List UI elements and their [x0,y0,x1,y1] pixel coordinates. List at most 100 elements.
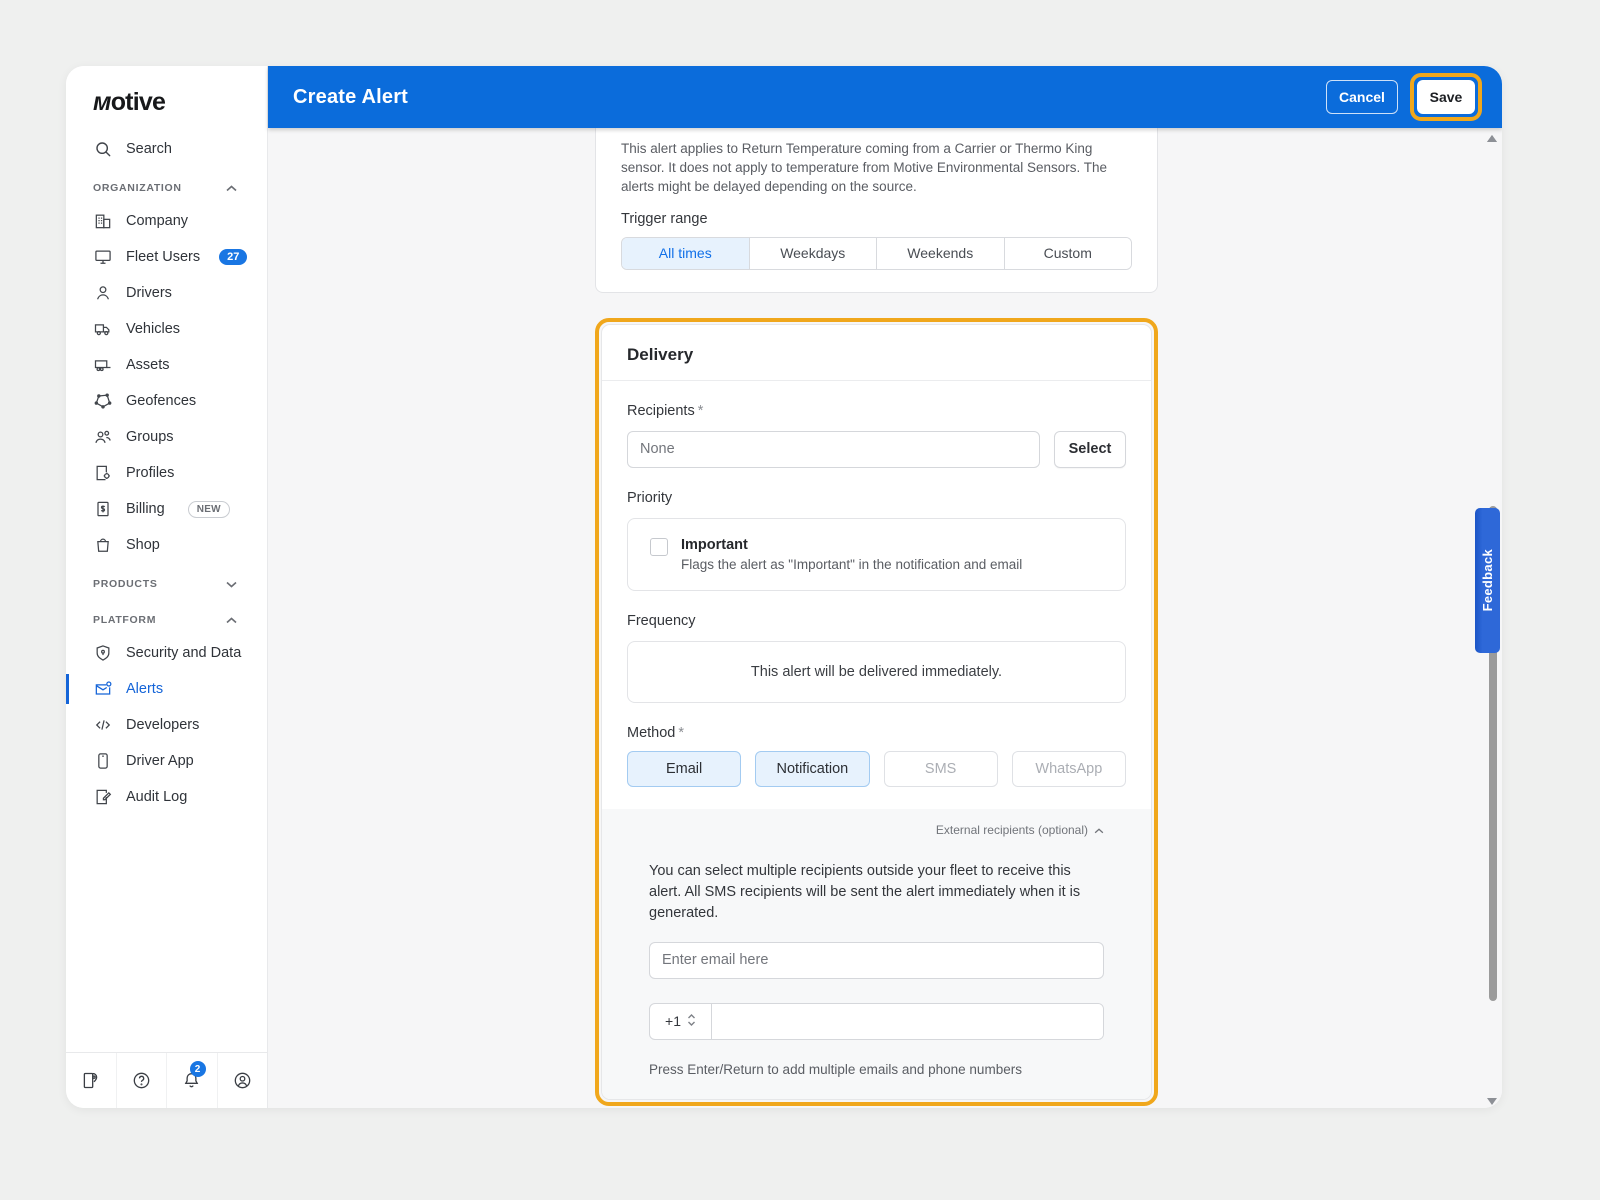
sidebar-item-developers[interactable]: Developers [66,707,267,743]
sidebar-item-assets[interactable]: Assets [66,347,267,383]
delivery-card: Delivery Recipients* Select Priority [601,323,1152,1100]
sidebar-item-label: Fleet Users [126,249,201,265]
trigger-range-segmented: All times Weekdays Weekends Custom [621,236,1132,270]
sidebar-item-company[interactable]: Company [66,203,267,239]
recipients-label-text: Recipients [627,402,695,419]
method-email-button[interactable]: Email [627,750,742,787]
audit-log-icon [93,787,113,807]
sidebar-item-label: Billing [126,501,165,517]
map-guide-icon [80,1070,101,1091]
feedback-tab-label: Feedback [1480,549,1495,612]
company-icon [93,211,113,231]
smartphone-icon [93,751,113,771]
scrollbar-down-arrow[interactable] [1487,1098,1497,1105]
person-icon [93,283,113,303]
external-email-input[interactable] [649,941,1104,979]
code-icon [93,715,113,735]
monitor-icon [93,247,113,267]
sidebar-item-geofences[interactable]: Geofences [66,383,267,419]
frequency-label: Frequency [627,612,696,629]
truck-icon [93,319,113,339]
section-platform[interactable]: PLATFORM [66,605,267,635]
feedback-tab[interactable]: Feedback [1475,508,1500,653]
sidebar-item-search[interactable]: Search [66,131,267,167]
sidebar-item-label: Shop [126,537,160,553]
sidebar-item-label: Geofences [126,393,197,409]
recipients-input[interactable] [627,430,1040,468]
country-code-select[interactable]: +1 [650,1003,712,1039]
scrollbar-up-arrow[interactable] [1487,135,1497,142]
section-label: PLATFORM [93,614,157,626]
account-icon [232,1070,253,1091]
sidebar-item-label: Audit Log [126,789,188,805]
sidebar-item-profiles[interactable]: Profiles [66,455,267,491]
help-icon [131,1070,152,1091]
trigger-option-weekdays[interactable]: Weekdays [748,237,876,269]
method-sms-button[interactable]: SMS [883,750,998,787]
sidebar-footer: 2 [66,1052,267,1108]
app-window: ᴍotive Search ORGANIZATION Company Fleet… [66,66,1502,1108]
delivery-header: Delivery [602,325,1151,381]
delivery-highlight-ring: Delivery Recipients* Select Priority [595,317,1158,1106]
updown-chevrons-icon [687,1013,696,1030]
sidebar-item-groups[interactable]: Groups [66,419,267,455]
sidebar-item-audit-log[interactable]: Audit Log [66,779,267,815]
save-button[interactable]: Save [1417,80,1475,114]
trailer-icon [93,355,113,375]
trigger-range-label: Trigger range [621,210,708,227]
geofence-icon [93,391,113,411]
new-badge: NEW [187,500,230,518]
account-button[interactable] [216,1053,268,1108]
chevron-up-icon [226,616,237,624]
external-recipients-toggle[interactable]: External recipients (optional) [649,823,1104,837]
method-notification-button[interactable]: Notification [755,750,870,787]
section-label: ORGANIZATION [93,182,182,194]
section-label: PRODUCTS [93,578,158,590]
sidebar-item-vehicles[interactable]: Vehicles [66,311,267,347]
external-recipients-description: You can select multiple recipients outsi… [649,862,1081,921]
method-label: Method * [627,725,1126,741]
main-area: Create Alert Cancel Save This alert appl… [268,66,1502,1108]
important-checkbox[interactable] [650,537,668,556]
sidebar: ᴍotive Search ORGANIZATION Company Fleet… [66,66,268,1108]
trigger-option-all-times[interactable]: All times [622,237,749,269]
select-recipients-button[interactable]: Select [1054,430,1126,468]
sidebar-item-alerts[interactable]: Alerts [66,671,267,707]
help-button[interactable] [115,1053,167,1108]
save-highlight-ring: Save [1410,73,1482,121]
external-recipients-hint: Press Enter/Return to add multiple email… [649,1061,1022,1077]
chevron-up-icon [1094,823,1104,837]
sidebar-item-billing[interactable]: Billing NEW [66,491,267,527]
topbar: Create Alert Cancel Save [268,66,1502,128]
recipients-label: Recipients * [627,403,1126,419]
shield-icon [93,643,113,663]
motive-logo: ᴍotive [93,88,166,116]
trigger-option-weekends[interactable]: Weekends [876,237,1004,269]
sidebar-item-shop[interactable]: Shop [66,527,267,563]
sidebar-item-fleet-users[interactable]: Fleet Users 27 [66,239,267,275]
sidebar-item-drivers[interactable]: Drivers [66,275,267,311]
search-icon [93,139,113,159]
important-description: Flags the alert as "Important" in the no… [681,556,1023,572]
trigger-option-custom[interactable]: Custom [1003,237,1131,269]
sidebar-item-security-and-data[interactable]: Security and Data [66,635,267,671]
important-label: Important [681,536,748,553]
section-organization[interactable]: ORGANIZATION [66,173,267,203]
cancel-button[interactable]: Cancel [1326,80,1398,114]
external-recipients-panel: External recipients (optional) You can s… [602,808,1151,1099]
sidebar-item-label: Driver App [126,753,194,769]
sidebar-item-driver-app[interactable]: Driver App [66,743,267,779]
sidebar-item-label: Vehicles [126,321,181,337]
external-phone-input[interactable] [712,1003,1103,1039]
method-whatsapp-button[interactable]: WhatsApp [1011,750,1126,787]
external-recipients-toggle-label: External recipients (optional) [935,822,1088,837]
sidebar-item-label: Company [126,213,189,229]
priority-card: Important Flags the alert as "Important"… [627,517,1126,591]
sidebar-item-label: Alerts [126,681,164,697]
sidebar-item-label: Developers [126,717,200,733]
guide-button[interactable] [66,1053,116,1108]
frequency-text: This alert will be delivered immediately… [750,663,1003,680]
section-products[interactable]: PRODUCTS [66,569,267,599]
notifications-button[interactable]: 2 [166,1053,217,1108]
sidebar-item-label: Profiles [126,465,175,481]
